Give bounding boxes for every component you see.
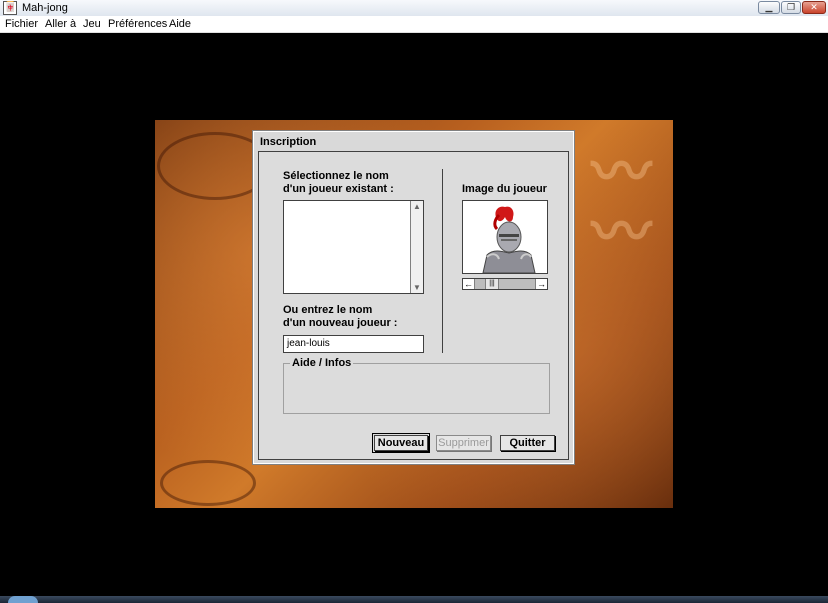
player-image-label: Image du joueur [462, 183, 547, 195]
dialog-title: Inscription [260, 136, 317, 148]
new-player-input[interactable]: jean-louis [283, 335, 424, 353]
minimize-icon: ▁ [765, 2, 773, 12]
window-title: Mah-jong [22, 2, 68, 14]
avatar-scrollbar[interactable]: ← ||| → [462, 278, 548, 290]
existing-player-label: Sélectionnez le nom d'un joueur existant… [283, 170, 394, 195]
maximize-button[interactable]: ❐ [781, 1, 801, 14]
knight-helmet-icon [463, 201, 547, 274]
help-info-label: Aide / Infos [290, 357, 354, 369]
new-player-label: Ou entrez le nom d'un nouveau joueur : [283, 304, 398, 329]
menu-bar: Fichier Aller à Jeu Préférences Aide [0, 16, 828, 33]
menu-aller-a[interactable]: Aller à [45, 17, 76, 31]
dialog-body: Sélectionnez le nom d'un joueur existant… [258, 151, 569, 460]
vertical-divider [442, 169, 443, 353]
new-button[interactable]: Nouveau [372, 433, 430, 453]
scroll-down-icon[interactable]: ▼ [411, 282, 423, 293]
menu-jeu[interactable]: Jeu [83, 17, 101, 31]
maximize-icon: ❐ [786, 2, 796, 12]
player-avatar [462, 200, 548, 274]
help-info-group: Aide / Infos [283, 357, 550, 414]
close-button[interactable]: ✕ [802, 1, 826, 14]
menu-preferences[interactable]: Préférences [108, 17, 167, 31]
list-scrollbar[interactable]: ▲ ▼ [410, 201, 423, 293]
window-titlebar: 🀄 Mah-jong ▁ ❐ ✕ [0, 0, 828, 17]
mahjong-tile-icon[interactable]: 🀄 [3, 1, 17, 15]
minimize-button[interactable]: ▁ [758, 1, 780, 14]
existing-player-list[interactable]: ▲ ▼ [283, 200, 424, 294]
menu-fichier[interactable]: Fichier [5, 17, 38, 31]
scroll-up-icon[interactable]: ▲ [411, 201, 423, 212]
start-button[interactable] [8, 596, 38, 603]
registration-dialog: Inscription Sélectionnez le nom d'un jou… [252, 130, 575, 465]
menu-aide[interactable]: Aide [169, 17, 191, 31]
arrow-right-icon[interactable]: → [535, 279, 547, 289]
scroll-thumb[interactable]: ||| [485, 279, 499, 289]
quit-button[interactable]: Quitter [500, 435, 555, 451]
arrow-left-icon[interactable]: ← [463, 279, 475, 289]
decorative-eye-shape [160, 460, 256, 506]
close-icon: ✕ [810, 2, 818, 12]
delete-button[interactable]: Supprimer [436, 435, 491, 451]
taskbar [0, 596, 828, 603]
decorative-logo-art: 〰〰 [583, 140, 649, 260]
